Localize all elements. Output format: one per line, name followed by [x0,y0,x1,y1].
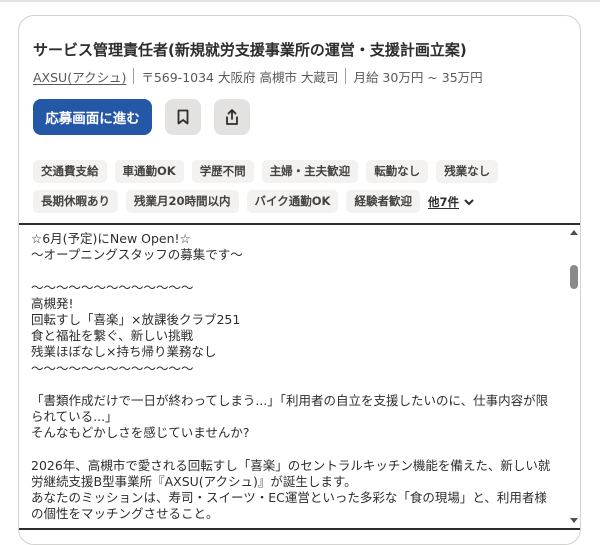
tag: 長期休暇あり [33,190,118,213]
tag: 転勤なし [366,160,429,183]
more-tags-label: 他7件 [427,194,459,209]
save-button[interactable] [165,99,201,135]
tag: 交通費支給 [33,160,107,183]
meta-divider [345,68,347,84]
meta-divider [133,68,135,84]
company-link[interactable]: AXSU(アクシュ) [33,67,126,86]
tag: 学歴不問 [191,160,254,183]
share-icon [226,109,238,125]
benefit-tags: 交通費支給 車通勤OK 学歴不問 主婦・主夫歓迎 転勤なし 残業なし 長期休暇あ… [33,160,533,213]
tag: 経験者歓迎 [346,190,420,213]
top-divider [0,0,600,2]
job-header-card: サービス管理責任者(新規就労支援事業所の運営・支援計画立案) AXSU(アクシュ… [18,15,581,545]
job-address: 〒569-1034 大阪府 高槻市 大蔵司 [141,69,339,85]
more-tags-button[interactable]: 他7件 [428,190,475,213]
action-bar: 応募画面に進む [33,99,250,135]
job-meta: AXSU(アクシュ) 〒569-1034 大阪府 高槻市 大蔵司 月給 30万円… [33,66,483,86]
job-salary: 月給 30万円 ~ 35万円 [353,69,483,85]
tag: 車通勤OK [114,160,184,183]
tag: 残業月20時間以内 [126,190,239,213]
job-description-box[interactable]: ☆6月(予定)にNew Open!☆ 〜オープニングスタッフの募集です〜 〜〜〜… [19,223,580,530]
scroll-down-arrow-icon[interactable] [570,518,578,523]
chevron-down-icon [464,199,474,205]
tag: 主婦・主夫歓迎 [261,160,359,183]
scroll-up-arrow-icon[interactable] [570,230,578,235]
job-title: サービス管理責任者(新規就労支援事業所の運営・支援計画立案) [33,41,467,59]
apply-button[interactable]: 応募画面に進む [33,99,152,135]
description-scrollbar[interactable] [566,225,580,528]
tag: 残業なし [436,160,499,183]
scrollbar-thumb[interactable] [570,265,578,289]
tag: バイク通勤OK [246,190,339,213]
job-description: ☆6月(予定)にNew Open!☆ 〜オープニングスタッフの募集です〜 〜〜〜… [31,231,551,522]
bookmark-icon [177,109,189,125]
share-button[interactable] [214,99,250,135]
